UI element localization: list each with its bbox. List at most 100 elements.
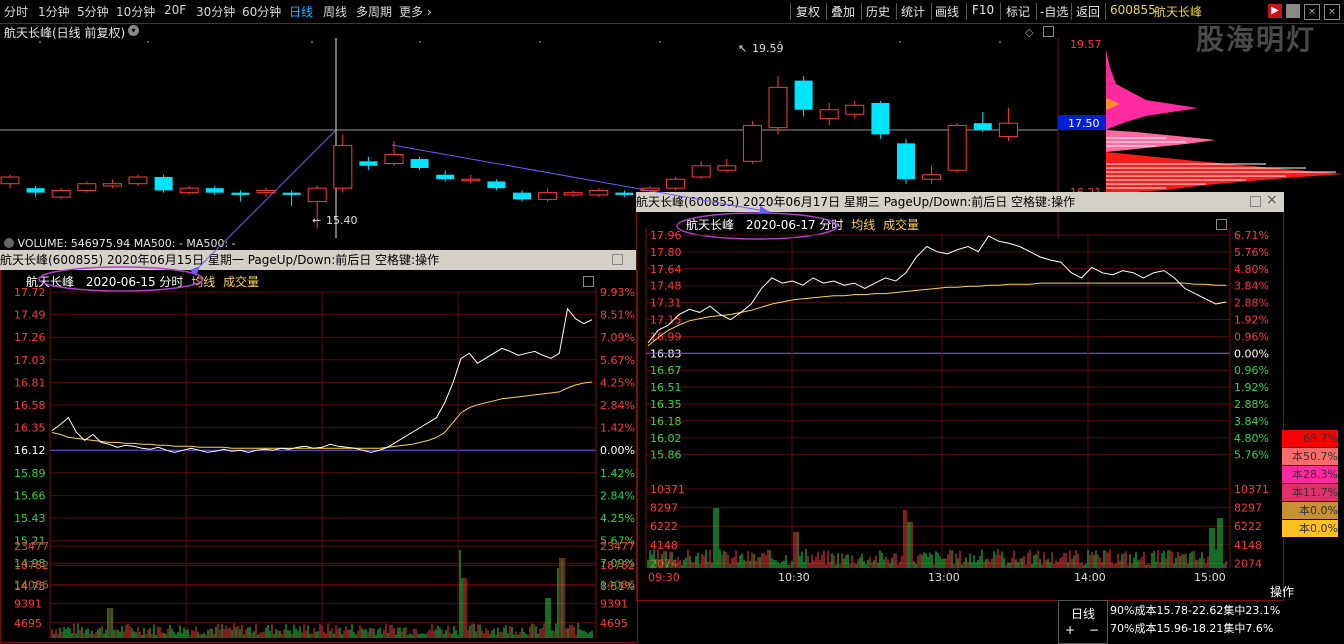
period-tab-20f[interactable]: 20F — [164, 3, 186, 17]
history-button[interactable]: 历史 — [866, 3, 890, 20]
price-tick-label: 17.31 — [650, 297, 682, 310]
period-tab-multi[interactable]: 多周期 — [356, 3, 392, 20]
zoom-in-button[interactable]: + — [1065, 623, 1075, 637]
period-tab-daily[interactable]: 日线 — [289, 3, 313, 20]
divider — [790, 3, 791, 20]
percent-tick-label: 3.84% — [1234, 280, 1269, 293]
chevron-down-icon[interactable] — [4, 238, 14, 248]
play-icon[interactable]: ▶ — [1268, 4, 1282, 18]
candle-body — [538, 192, 558, 200]
marker-dot — [147, 41, 149, 43]
mark-button[interactable]: 标记 — [1006, 3, 1030, 20]
candle-body — [359, 161, 378, 166]
period-tab-1min[interactable]: 1分钟 — [38, 3, 70, 20]
chip-legend-item: 68.7% — [1282, 430, 1338, 447]
volume-tick-label: 10371 — [650, 483, 685, 496]
percent-tick-label: 2.84% — [600, 489, 635, 502]
period-tab-10min[interactable]: 10分钟 — [116, 3, 155, 20]
top-toolbar: 分时 1分钟 5分钟 10分钟 20F 30分钟 60分钟 日线 周线 多周期 … — [0, 0, 1344, 24]
chevron-down-icon[interactable]: ▾ — [128, 25, 139, 36]
percent-tick-label: 5.76% — [1234, 449, 1269, 462]
divider — [966, 3, 967, 20]
candle-body — [589, 189, 609, 196]
period-tab-more[interactable]: 更多 › — [399, 3, 432, 20]
candle-body — [666, 178, 686, 189]
daily-tab[interactable]: 日线 — [1059, 605, 1107, 622]
maximize-icon[interactable] — [1250, 196, 1261, 207]
candle-body — [922, 174, 942, 180]
marker-dot — [659, 41, 661, 43]
maximize-icon[interactable] — [612, 254, 623, 265]
panel1-vol-label: 成交量 — [223, 275, 260, 289]
price-tick-label: 16.67 — [650, 364, 682, 377]
price-tick-label: 16.18 — [650, 415, 682, 428]
candle-body — [640, 187, 660, 191]
marker-dot — [899, 41, 901, 43]
candle-body — [487, 181, 506, 189]
candle-body — [563, 192, 583, 196]
volume-tick-label: 10371 — [1234, 483, 1269, 496]
candle-body — [691, 165, 711, 178]
volume-label-text: VOLUME: 546975.94 MA500: - MA500: - — [17, 237, 236, 250]
watchlist-button[interactable]: -自选 — [1040, 3, 1068, 20]
percent-tick-label: 1.42% — [600, 422, 635, 435]
volume-tick-label: 4695 — [600, 617, 628, 630]
percent-tick-label: 0.00% — [600, 444, 635, 457]
candle-body — [998, 122, 1018, 138]
divider — [1105, 3, 1106, 20]
period-tab-30min[interactable]: 30分钟 — [196, 3, 235, 20]
marker-dot — [779, 41, 781, 43]
volume-tick-label: 4695 — [14, 617, 42, 630]
close-icon[interactable]: × — [1324, 4, 1340, 20]
zoom-out-button[interactable]: − — [1089, 623, 1099, 637]
divider — [1000, 3, 1001, 20]
maximize-icon[interactable] — [1043, 26, 1054, 37]
price-tick-label: 16.51 — [650, 381, 682, 394]
candle-body — [742, 124, 762, 162]
period-tab-timeshare[interactable]: 分时 — [4, 3, 28, 20]
overlay-button[interactable]: 叠加 — [831, 3, 855, 20]
percent-tick-label: 1.42% — [600, 467, 635, 480]
panel2-header-text: 航天长峰(600855) 2020年06月17日 星期三 PageUp/Down… — [636, 195, 1076, 209]
percent-tick-label: 7.09% — [600, 331, 635, 344]
percent-tick-label: 6.71% — [1234, 229, 1269, 242]
candle-body — [179, 187, 199, 194]
price-tick-label: 16.02 — [650, 432, 682, 445]
period-tab-5min[interactable]: 5分钟 — [77, 3, 109, 20]
back-button[interactable]: 返回 — [1076, 3, 1100, 20]
candle-body — [154, 176, 173, 191]
close-icon[interactable]: × — [1266, 192, 1278, 208]
candle-body — [717, 165, 737, 171]
operation-label[interactable]: 操作 — [1270, 583, 1294, 600]
chip-legend-item: 本11.7% — [1282, 484, 1338, 501]
price-tick-label: 17.96 — [650, 229, 682, 242]
f10-button[interactable]: F10 — [972, 3, 994, 17]
adjust-button[interactable]: 复权 — [796, 3, 820, 20]
panel2-header[interactable]: 航天长峰(600855) 2020年06月17日 星期三 PageUp/Down… — [636, 192, 1284, 212]
percent-tick-label: 2.84% — [600, 399, 635, 412]
price-tick-label: 15.43 — [14, 512, 46, 525]
panel1-settings-icon[interactable] — [583, 276, 594, 287]
time-tick-label: 14:00 — [1074, 571, 1106, 584]
period-tab-weekly[interactable]: 周线 — [323, 3, 347, 20]
draw-line-button[interactable]: 画线 — [935, 3, 959, 20]
stats-button[interactable]: 统计 — [901, 3, 925, 20]
period-tab-60min[interactable]: 60分钟 — [242, 3, 281, 20]
marker-dot — [39, 41, 41, 43]
time-tick-label: 15:00 — [1194, 571, 1226, 584]
price-tick-label: 16.81 — [14, 376, 46, 389]
price-tick-label: 17.80 — [650, 246, 682, 259]
stock-name: 航天长峰 — [1154, 5, 1203, 19]
percent-tick-label: 4.25% — [600, 512, 635, 525]
chip-legend-item: 本0.0% — [1282, 502, 1338, 519]
volume-tick-label: 6222 — [650, 520, 678, 533]
volume-tick-label: 6222 — [1234, 520, 1262, 533]
price-tick-label: 15.89 — [14, 467, 46, 480]
candle-body — [947, 124, 967, 171]
cost-90-line: 90%成本15.78-22.62集中23.1% — [1110, 604, 1281, 617]
candle-body — [819, 109, 839, 120]
tool-icon[interactable] — [1286, 4, 1300, 18]
candle-body — [26, 188, 45, 193]
divider — [896, 3, 897, 20]
volume-tick-label: 18782 — [600, 559, 635, 572]
